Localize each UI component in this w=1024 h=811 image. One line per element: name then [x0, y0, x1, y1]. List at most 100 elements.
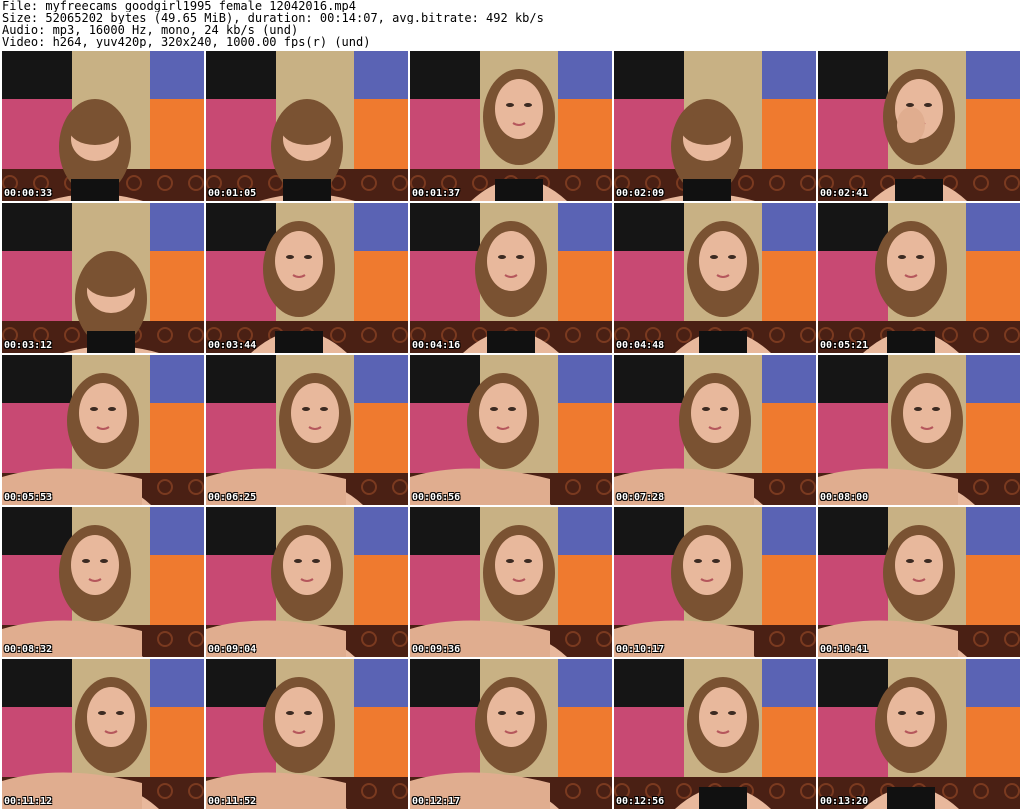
- top: [71, 179, 119, 201]
- eye: [286, 711, 294, 715]
- eye: [490, 407, 498, 411]
- background-block: [558, 507, 612, 555]
- background-block: [150, 203, 204, 251]
- file-size-line: Size: 52065202 bytes (49.65 MiB), durati…: [2, 12, 544, 24]
- background-block: [818, 507, 888, 555]
- background-block: [762, 203, 816, 251]
- background-block: [354, 659, 408, 707]
- timestamp-label: 00:05:53: [4, 492, 53, 503]
- eye: [90, 407, 98, 411]
- video-frame-thumbnail: 00:03:44: [206, 203, 408, 353]
- frame-image: [2, 51, 204, 201]
- video-frame-thumbnail: 00:00:33: [2, 51, 204, 201]
- timestamp-label: 00:08:32: [4, 644, 53, 655]
- timestamp-label: 00:09:04: [208, 644, 257, 655]
- video-frame-thumbnail: 00:05:21: [818, 203, 1020, 353]
- timestamp-label: 00:04:48: [616, 340, 665, 351]
- background-block: [762, 355, 816, 403]
- eye: [694, 559, 702, 563]
- face: [887, 231, 935, 291]
- background-block: [72, 203, 150, 251]
- eye: [286, 255, 294, 259]
- background-block: [558, 355, 612, 403]
- background-block: [206, 51, 276, 99]
- background-block: [354, 203, 408, 251]
- eye: [506, 559, 514, 563]
- background-block: [762, 659, 816, 707]
- background-block: [150, 355, 204, 403]
- video-frame-thumbnail: 00:09:36: [410, 507, 612, 657]
- background-block: [966, 507, 1020, 555]
- timestamp-label: 00:06:56: [412, 492, 461, 503]
- eye: [906, 103, 914, 107]
- background-block: [966, 51, 1020, 99]
- timestamp-label: 00:13:20: [820, 796, 869, 807]
- thumbnail-grid: 00:00:33 00:01:05 00:01:37 00:02:09 00:02:41…: [2, 51, 1022, 811]
- timestamp-label: 00:09:36: [412, 644, 461, 655]
- background-block: [614, 203, 684, 251]
- video-frame-thumbnail: 00:13:20: [818, 659, 1020, 809]
- eye: [524, 559, 532, 563]
- background-block: [150, 51, 204, 99]
- eye: [916, 255, 924, 259]
- background-block: [614, 51, 684, 99]
- background-block: [354, 507, 408, 555]
- background-block: [818, 659, 888, 707]
- frame-image: [410, 659, 612, 809]
- background-block: [410, 659, 480, 707]
- background-block: [276, 51, 354, 99]
- eye: [710, 711, 718, 715]
- top: [895, 179, 943, 201]
- eye: [320, 407, 328, 411]
- background-block: [410, 51, 480, 99]
- background-block: [354, 51, 408, 99]
- video-frame-thumbnail: 00:10:41: [818, 507, 1020, 657]
- background-block: [558, 203, 612, 251]
- frame-image: [206, 659, 408, 809]
- timestamp-label: 00:01:05: [208, 188, 257, 199]
- eye: [498, 711, 506, 715]
- frame-image: [2, 659, 204, 809]
- eye: [728, 711, 736, 715]
- eye: [720, 407, 728, 411]
- timestamp-label: 00:06:25: [208, 492, 257, 503]
- top: [699, 787, 747, 809]
- eye: [302, 407, 310, 411]
- background-block: [818, 51, 888, 99]
- eye: [506, 103, 514, 107]
- frame-image: [206, 203, 408, 353]
- frame-image: [410, 355, 612, 505]
- frame-image: [614, 51, 816, 201]
- video-frame-thumbnail: 00:12:17: [410, 659, 612, 809]
- video-frame-thumbnail: 00:11:52: [206, 659, 408, 809]
- timestamp-label: 00:08:00: [820, 492, 869, 503]
- video-frame-thumbnail: 00:02:09: [614, 51, 816, 201]
- timestamp-label: 00:10:17: [616, 644, 665, 655]
- eye: [108, 407, 116, 411]
- face: [87, 687, 135, 747]
- top: [283, 179, 331, 201]
- video-frame-thumbnail: 00:10:17: [614, 507, 816, 657]
- video-frame-thumbnail: 00:04:48: [614, 203, 816, 353]
- face: [275, 687, 323, 747]
- face: [495, 79, 543, 139]
- face: [291, 383, 339, 443]
- top: [275, 331, 323, 353]
- top: [487, 331, 535, 353]
- background-block: [206, 355, 276, 403]
- eye: [100, 559, 108, 563]
- video-frame-thumbnail: 00:06:56: [410, 355, 612, 505]
- timestamp-label: 00:01:37: [412, 188, 461, 199]
- file-info-header: File: myfreecams_goodgirl1995_female_120…: [2, 0, 1022, 50]
- eye: [702, 407, 710, 411]
- face: [895, 535, 943, 595]
- eye: [916, 711, 924, 715]
- eye: [304, 711, 312, 715]
- eye: [304, 255, 312, 259]
- timestamp-label: 00:11:52: [208, 796, 257, 807]
- timestamp-label: 00:05:21: [820, 340, 869, 351]
- background-block: [614, 659, 684, 707]
- video-frame-thumbnail: 00:02:41: [818, 51, 1020, 201]
- frame-image: [818, 659, 1020, 809]
- timestamp-label: 00:03:44: [208, 340, 257, 351]
